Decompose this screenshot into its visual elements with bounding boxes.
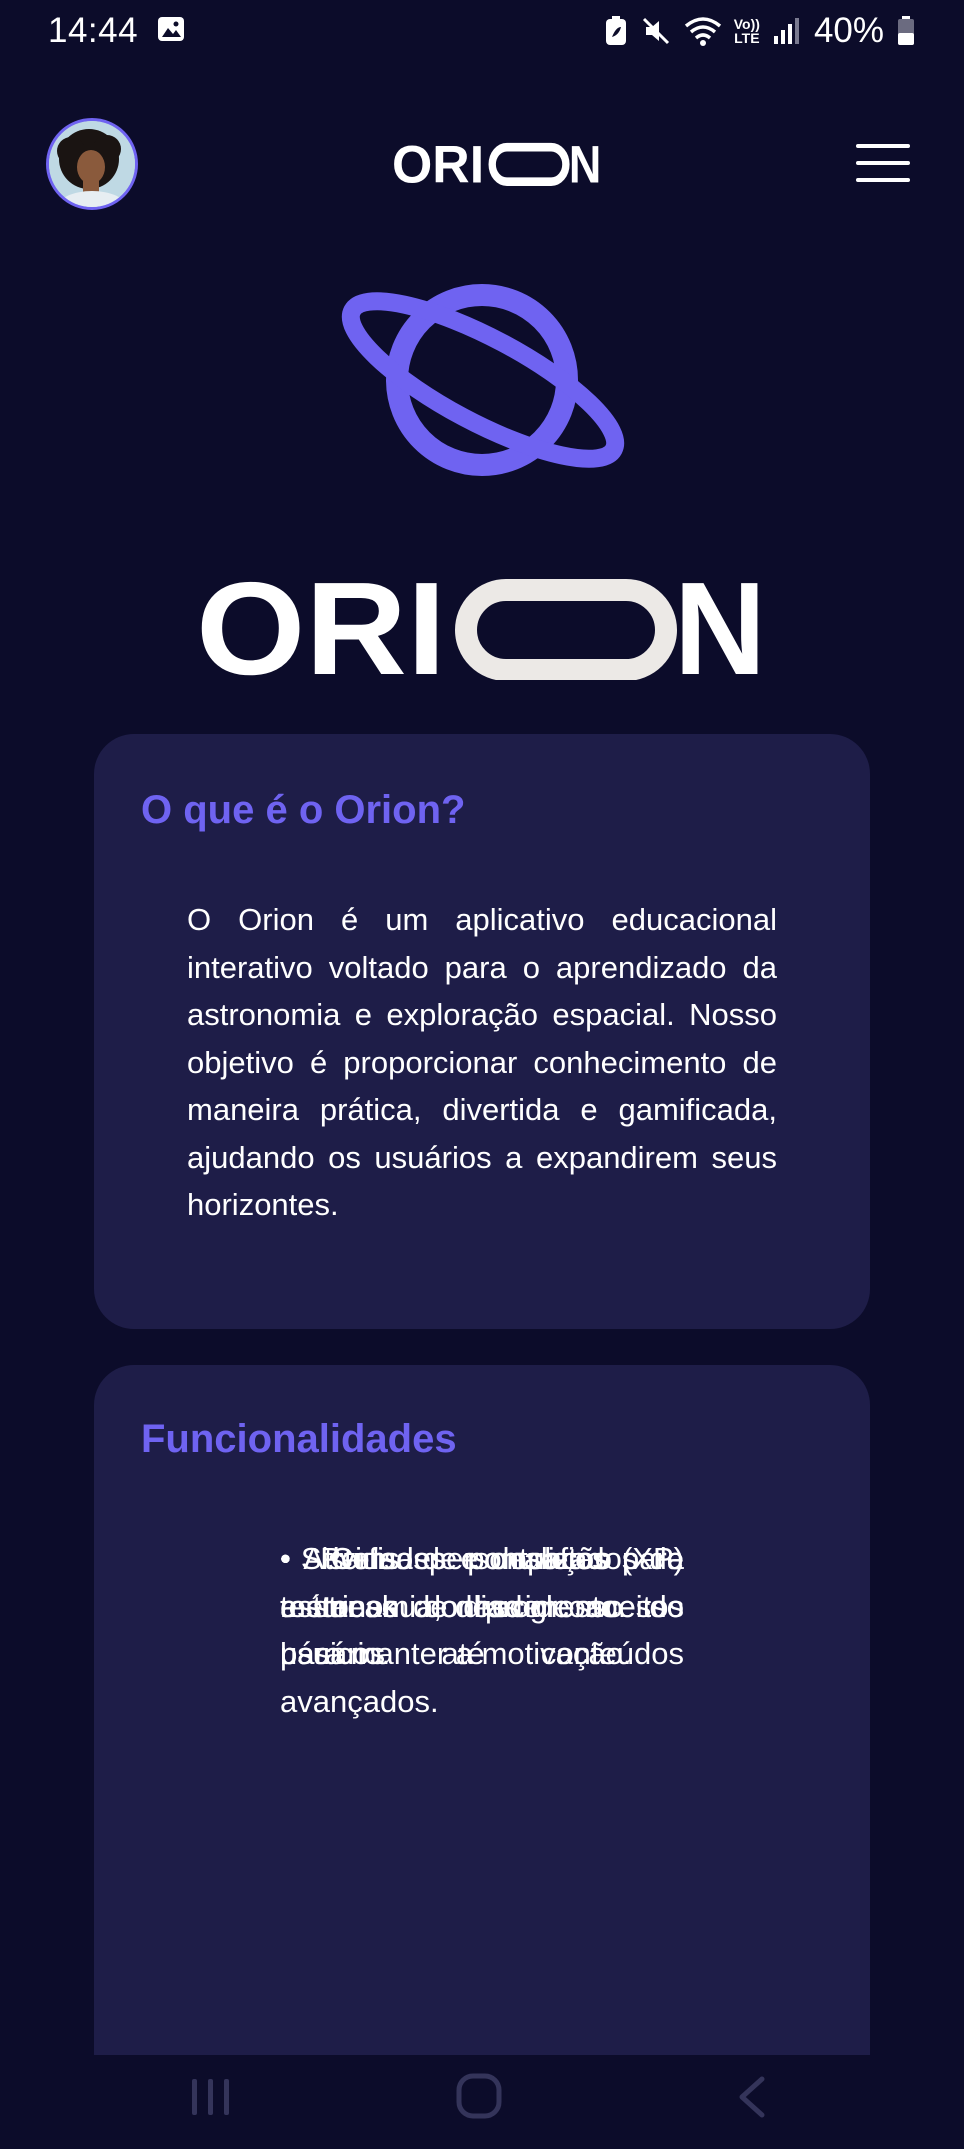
battery-icon <box>896 15 916 47</box>
hero-logo-text-b: N <box>674 578 766 680</box>
menu-line-1 <box>856 144 910 148</box>
hamburger-menu-icon[interactable] <box>856 144 910 182</box>
battery-percent: 40% <box>813 11 884 50</box>
feature-item: • Perfis personalizados e métricas do pr… <box>280 1541 684 1671</box>
header-logo-text-a: ORI <box>392 142 484 186</box>
menu-line-2 <box>856 161 910 165</box>
header-logo-text-b: N <box>569 142 601 186</box>
volte-label-bottom: LTE <box>734 30 760 46</box>
back-icon[interactable] <box>736 2075 766 2124</box>
recents-icon[interactable] <box>190 2075 232 2124</box>
battery-saver-icon <box>604 15 628 47</box>
hero-logo-text-a: ORI <box>196 578 446 680</box>
volte-icon: Vo)) LTE <box>734 17 760 45</box>
header-logo: ORI N <box>392 136 602 194</box>
about-title: O que é o Orion? <box>141 788 466 832</box>
system-nav-bar <box>0 2055 964 2149</box>
mute-icon <box>640 15 672 47</box>
user-avatar[interactable] <box>46 118 138 210</box>
volte-label-top: Vo)) <box>733 16 760 32</box>
about-body: O Orion é um aplicativo educacional inte… <box>187 902 777 1222</box>
status-time: 14:44 <box>48 11 139 50</box>
home-icon[interactable] <box>456 2073 502 2124</box>
planet-icon <box>338 280 628 480</box>
wifi-icon <box>684 15 722 47</box>
features-card: Funcionalidades • Cursos completos de as… <box>94 1365 870 2065</box>
menu-line-3 <box>856 178 910 182</box>
features-title: Funcionalidades <box>141 1417 457 1461</box>
signal-icon <box>772 16 802 46</box>
top-nav: ORI N <box>0 112 964 216</box>
hero-logo: ORI N <box>196 555 766 702</box>
status-bar: 14:44 Vo)) LTE 40% <box>0 0 964 62</box>
about-card: O que é o Orion? O Orion é um aplicativo… <box>94 734 870 1329</box>
gallery-icon <box>156 14 186 49</box>
